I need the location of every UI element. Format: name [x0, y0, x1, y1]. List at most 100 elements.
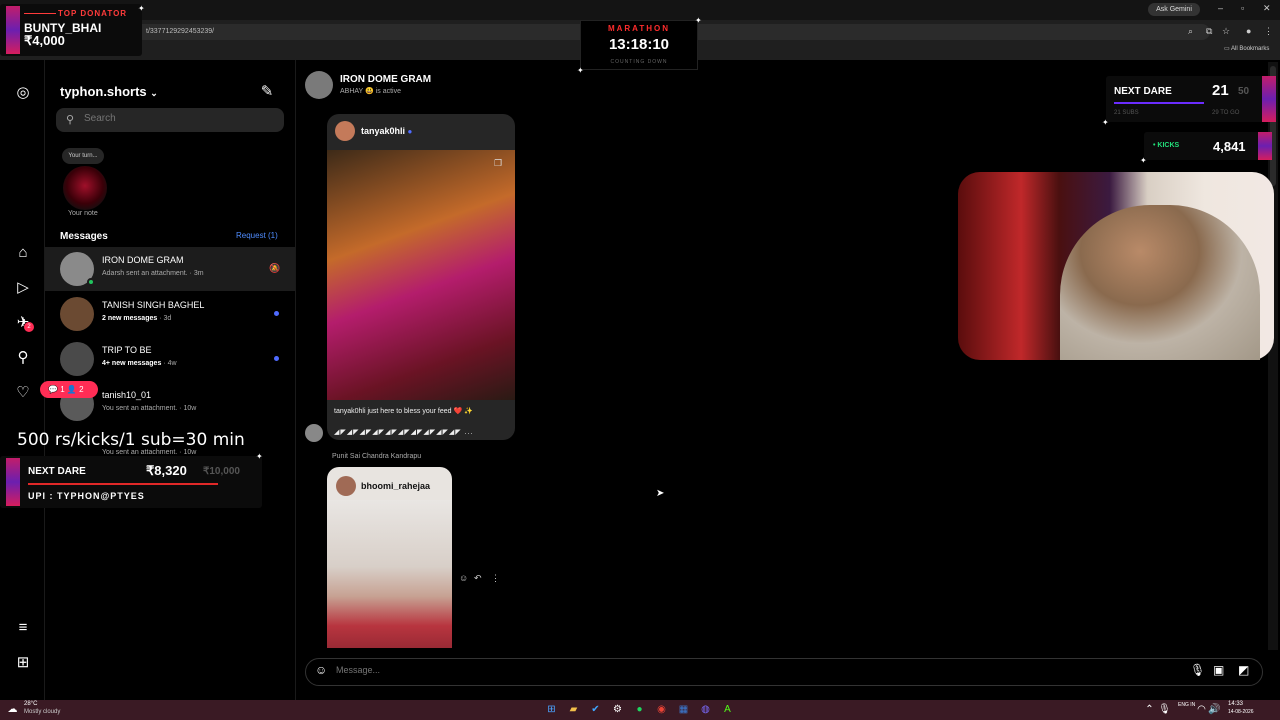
top-donator-label: TOP DONATOR	[58, 9, 128, 18]
discord-icon[interactable]: ◍	[699, 703, 712, 716]
language-indicator[interactable]: ENG IN	[1178, 702, 1195, 708]
clock-date[interactable]: 14-08-2026	[1228, 709, 1254, 715]
post-author[interactable]: tanyak0hli ●	[361, 126, 412, 136]
home-icon[interactable]: ⌂	[14, 244, 32, 262]
account-switcher[interactable]: typhon.shorts ⌄	[60, 84, 158, 99]
unread-dot	[274, 311, 279, 316]
conversation-name: TRIP TO BE	[102, 345, 152, 355]
notification-badges[interactable]: 💬 1 👤 2	[40, 381, 98, 398]
app-icon[interactable]: A	[721, 703, 734, 716]
shared-post-image[interactable]	[327, 500, 452, 648]
muted-bell-icon: 🔕	[269, 263, 281, 273]
shared-post-image[interactable]	[327, 150, 515, 400]
conversation-name: IRON DOME GRAM	[102, 255, 184, 265]
chrome-icon[interactable]: ◉	[655, 703, 668, 716]
note-bubble[interactable]: Your turn...	[62, 148, 104, 164]
microphone-icon[interactable]: 🎙	[1158, 703, 1171, 716]
conversation-item[interactable]: TRIP TO BE 4+ new messages · 4w	[45, 337, 295, 381]
new-message-icon[interactable]: ✎	[258, 82, 276, 100]
sparkle-icon: ✦	[695, 16, 702, 25]
next-dare-goal: ₹10,000	[203, 466, 240, 477]
marathon-sub: COUNTING DOWN	[610, 59, 668, 65]
new-messages-count: 4+ new messages	[102, 360, 162, 367]
post-caption-line-2: ◢◤◢◤◢◤◢◤◢◤◢◤◢◤◢◤◢◤◢◤ ...	[334, 429, 474, 436]
marathon-label: MARATHON	[607, 24, 671, 33]
conversation-preview: Adarsh sent an attachment. · 3m	[102, 270, 204, 277]
reels-icon[interactable]: ▷	[14, 279, 32, 297]
also-from-meta-icon[interactable]: ⊞	[14, 654, 32, 672]
sender-avatar[interactable]	[305, 424, 323, 442]
chevron-down-icon: ⌄	[150, 88, 158, 98]
next-dare-label: NEXT DARE	[28, 466, 86, 477]
message-input[interactable]	[336, 665, 1036, 675]
chat-title[interactable]: IRON DOME GRAM	[340, 74, 431, 85]
conversation-preview: You sent an attachment. · 10w	[102, 405, 197, 412]
follower-count: 2	[79, 385, 84, 394]
weather-icon[interactable]: ☁	[6, 703, 19, 716]
conversation-item[interactable]: IRON DOME GRAM Adarsh sent an attachment…	[45, 247, 295, 291]
minimize-button[interactable]: –	[1218, 3, 1223, 13]
conversation-name: tanish10_01	[102, 390, 152, 400]
sticker-icon[interactable]: ◩	[1238, 663, 1249, 677]
zoom-icon[interactable]: ⌕	[1188, 26, 1193, 37]
messenger-badge: 2	[24, 322, 34, 332]
chat-header-avatar[interactable]	[305, 71, 333, 99]
conversation-item[interactable]: TANISH SINGH BAGHEL 2 new messages · 3d	[45, 292, 295, 336]
maximize-button[interactable]: ▫	[1241, 3, 1244, 13]
menu-dots-icon[interactable]: ⋮	[1264, 26, 1273, 37]
online-indicator	[87, 278, 95, 286]
close-button[interactable]: ✕	[1263, 3, 1271, 14]
all-bookmarks-folder[interactable]: ▭ All Bookmarks	[1224, 45, 1269, 52]
wifi-icon[interactable]: ◠	[1195, 703, 1208, 716]
notifications-heart-icon[interactable]: ♡	[14, 384, 32, 402]
steam-icon[interactable]: ⚙	[611, 703, 624, 716]
sparkle-icon: ✦	[577, 66, 584, 75]
image-icon[interactable]: ▣	[1213, 663, 1224, 677]
tray-chevron-icon[interactable]: ⌃	[1143, 703, 1156, 716]
bookmark-star-icon[interactable]: ☆	[1222, 26, 1230, 37]
profile-icon[interactable]: ●	[1246, 26, 1251, 36]
cast-icon[interactable]: ⧉	[1206, 26, 1212, 37]
messages-heading: Messages	[60, 231, 108, 242]
streamer-webcam-figure	[1060, 205, 1260, 360]
overlay-accent-strip	[6, 458, 20, 506]
top-donator-amount: ₹4,000	[24, 33, 65, 48]
spotify-icon[interactable]: ●	[633, 703, 646, 716]
avatar	[60, 297, 94, 331]
kicks-count: 4,841	[1213, 139, 1246, 154]
reply-icon[interactable]: ↶	[474, 573, 482, 584]
comment-count: 1	[60, 385, 65, 394]
note-avatar[interactable]	[63, 166, 107, 210]
more-menu-icon[interactable]: ≡	[14, 619, 32, 637]
post-caption: tanyak0hli just here to bless your feed …	[334, 408, 473, 415]
note-label: Your note	[68, 210, 98, 217]
next-dare-goal: 50	[1238, 86, 1250, 97]
messenger-icon[interactable]: ✈ 2	[14, 314, 34, 332]
stream-rate-text: 500 rs/kicks/1 sub=30 min	[17, 430, 245, 450]
app-icon[interactable]: ▦	[677, 703, 690, 716]
windows-start-icon[interactable]: ⊞	[545, 703, 558, 716]
volume-icon[interactable]: 🔊	[1208, 703, 1221, 716]
follower-icon: 👤	[66, 385, 77, 394]
emoji-icon[interactable]: ☺	[315, 663, 327, 677]
search-nav-icon[interactable]: ⚲	[14, 349, 32, 367]
file-explorer-icon[interactable]: ▰	[567, 703, 580, 716]
instagram-nav-rail	[0, 60, 45, 700]
requests-link[interactable]: Request (1)	[236, 231, 278, 240]
weather-temperature[interactable]: 28°C	[24, 701, 37, 707]
post-author-name[interactable]: bhoomi_rahejaa	[361, 481, 430, 491]
clock-time[interactable]: 14:33	[1228, 701, 1243, 707]
instagram-logo-icon[interactable]: ◎	[14, 84, 32, 102]
next-dare-progress-bar	[28, 483, 218, 485]
ask-gemini-button[interactable]: Ask Gemini	[1148, 3, 1200, 16]
weather-description[interactable]: Mostly cloudy	[24, 709, 60, 715]
chat-active-status: ABHAY 😃 is active	[340, 88, 401, 95]
search-input[interactable]	[84, 113, 264, 124]
conversation-preview: You sent an attachment. · 10w	[102, 449, 197, 456]
react-icon[interactable]: ☺	[459, 573, 468, 583]
verified-badge-icon: ●	[407, 127, 413, 136]
more-options-icon[interactable]: ⋮	[491, 573, 500, 584]
app-icon[interactable]: ✔	[589, 703, 602, 716]
upi-id: UPI : TYPHON@PTYES	[28, 491, 145, 501]
microphone-icon[interactable]: 🎙	[1190, 663, 1205, 677]
